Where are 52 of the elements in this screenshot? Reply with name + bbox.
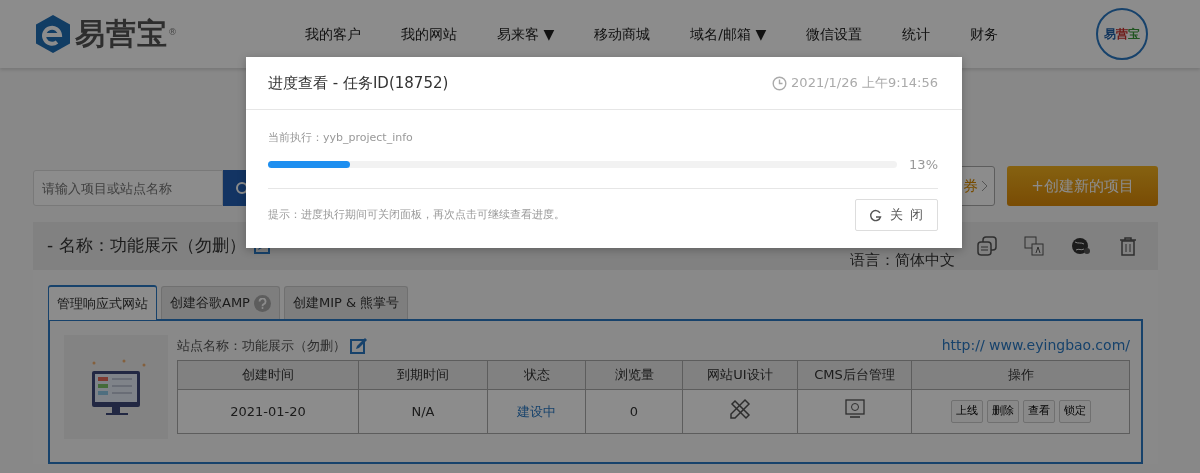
copy-icon[interactable] (977, 236, 997, 256)
globe-icon[interactable] (1071, 236, 1091, 256)
column-header: 到期时间 (358, 360, 488, 390)
tab[interactable]: 管理响应式网站 (48, 285, 157, 320)
tab[interactable]: 创建谷歌AMP (161, 286, 280, 319)
nav-link[interactable]: 域名/邮箱 ▼ (690, 23, 767, 45)
edit-icon[interactable] (350, 336, 368, 355)
pencil-ruler-icon[interactable] (728, 396, 752, 421)
translate-icon[interactable] (1024, 236, 1044, 256)
nav-link[interactable]: 微信设置 (806, 23, 863, 45)
status-link[interactable]: 建设中 (517, 403, 556, 419)
progress-percent: 13% (909, 155, 938, 174)
table-cell: N/A (358, 389, 488, 434)
column-header: 状态 (487, 360, 586, 390)
monitor-gear-icon[interactable] (843, 397, 866, 420)
column-header: 创建时间 (177, 360, 359, 390)
action-button[interactable]: 锁定 (1058, 400, 1091, 423)
timestamp: 2021/1/26 上午9:14:56 (791, 74, 938, 93)
logo-icon (35, 14, 71, 54)
project-title: - 名称：功能展示（勿删） (47, 234, 246, 258)
help-icon[interactable] (253, 294, 271, 312)
column-header: 操作 (911, 360, 1130, 390)
table-cell: 0 (585, 389, 683, 434)
clock-icon (772, 75, 788, 91)
column-header: CMS后台管理 (797, 360, 912, 390)
action-button[interactable]: 删除 (986, 400, 1019, 423)
avatar[interactable]: 易营宝 (1096, 8, 1148, 60)
dialog-title: 进度查看 - 任务ID(18752) (268, 72, 449, 94)
nav-link[interactable]: 统计 (902, 23, 931, 45)
logo-text: 易营宝 (75, 19, 168, 49)
nav-link[interactable]: 财务 (970, 23, 999, 45)
language-label: 语言：简体中文 (850, 251, 955, 269)
site-name: 站点名称：功能展示（勿删） (177, 336, 346, 355)
action-button[interactable]: 查看 (1022, 400, 1055, 423)
search-field[interactable]: 请输入项目或站点名称 (33, 170, 223, 206)
tab[interactable]: 创建MIP & 熊掌号 (283, 286, 409, 319)
column-header: 浏览量 (585, 360, 683, 390)
close-button[interactable]: 关 闭 (855, 199, 938, 231)
site-url[interactable]: http:// www.eyingbao.com/ (941, 335, 1130, 356)
current-task: 当前执行：yyb_project_info (268, 130, 414, 146)
action-button[interactable]: 上线 (950, 400, 983, 423)
refresh-icon (869, 208, 883, 222)
column-header: 网站UI设计 (682, 360, 798, 390)
nav-link[interactable]: 我的客户 (305, 23, 361, 45)
hint-text: 提示：进度执行期间可关闭面板，再次点击可继续查看进度。 (268, 206, 565, 223)
registered-mark: ® (168, 26, 177, 39)
chevron-right-icon (981, 180, 989, 192)
nav-link[interactable]: 我的网站 (401, 23, 457, 45)
table-cell: 2021-01-20 (177, 389, 359, 434)
trash-icon[interactable] (1118, 236, 1138, 256)
nav-link[interactable]: 易来客 ▼ (497, 23, 555, 45)
nav-link[interactable]: 移动商城 (594, 23, 651, 45)
